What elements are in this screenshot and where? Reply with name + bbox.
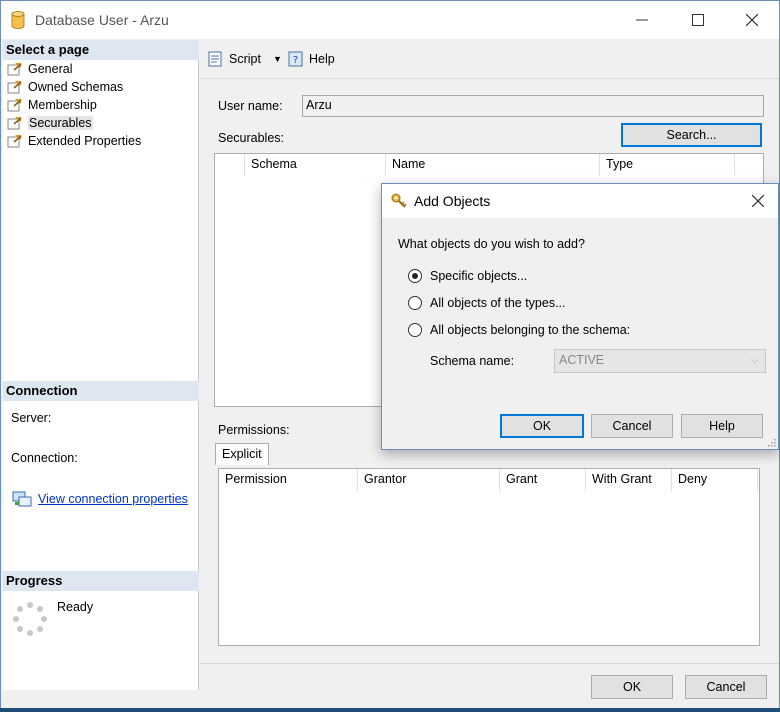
page-wrench-icon (7, 63, 22, 76)
cancel-button[interactable]: Cancel (685, 675, 767, 699)
column-header-schema[interactable]: Schema (245, 154, 386, 176)
page-wrench-icon (7, 135, 22, 148)
script-label: Script (229, 52, 261, 66)
server-label: Server: (11, 411, 52, 425)
chevron-down-icon: ⌵ (750, 354, 759, 366)
page-wrench-icon (7, 99, 22, 112)
left-pane: Select a page General Owned Schemas Memb… (3, 40, 199, 690)
permissions-grid[interactable]: Permission Grantor Grant With Grant Deny (218, 468, 760, 646)
help-icon: ? (288, 51, 303, 67)
connection-header: Connection (3, 381, 199, 401)
radio-specific-objects[interactable]: Specific objects... (408, 269, 527, 283)
page-item-label: Securables (28, 116, 93, 130)
column-header-deny[interactable]: Deny (672, 469, 758, 491)
user-name-label: User name: (218, 99, 283, 113)
page-item-membership[interactable]: Membership (7, 96, 97, 114)
page-wrench-icon (7, 117, 22, 130)
tab-explicit[interactable]: Explicit (215, 443, 269, 465)
page-wrench-icon (7, 81, 22, 94)
page-item-securables[interactable]: Securables (7, 114, 93, 132)
radio-label: Specific objects... (430, 269, 528, 283)
dialog-footer: OK Cancel (200, 663, 779, 709)
securables-label: Securables: (218, 131, 285, 145)
progress-status: Ready (57, 600, 94, 614)
schema-name-select[interactable]: ACTIVE ⌵ (554, 349, 766, 373)
script-dropdown-icon[interactable]: ▼ (273, 54, 282, 64)
user-name-field[interactable]: Arzu (302, 95, 764, 117)
radio-all-objects-of-types[interactable]: All objects of the types... (408, 296, 566, 310)
svg-text:?: ? (293, 55, 298, 66)
column-header-name[interactable]: Name (386, 154, 600, 176)
maximize-button[interactable] (675, 1, 721, 39)
connection-properties-icon (12, 491, 32, 507)
keys-icon (391, 193, 407, 208)
radio-all-objects-in-schema[interactable]: All objects belonging to the schema: (408, 323, 630, 337)
page-item-extended-properties[interactable]: Extended Properties (7, 132, 141, 150)
page-item-label: Extended Properties (28, 134, 142, 148)
column-header-grant[interactable]: Grant (500, 469, 586, 491)
script-button[interactable]: Script ▼ (207, 48, 282, 70)
schema-name-label: Schema name: (430, 354, 515, 368)
column-header-with-grant[interactable]: With Grant (586, 469, 672, 491)
radio-button[interactable] (408, 269, 422, 283)
page-item-label: General (28, 62, 73, 76)
close-icon (752, 195, 764, 207)
page-item-general[interactable]: General (7, 60, 72, 78)
toolbar-separator (200, 78, 779, 79)
help-label: Help (309, 52, 335, 66)
minimize-button[interactable] (619, 1, 665, 39)
select-page-header: Select a page (3, 40, 199, 60)
script-icon (208, 51, 222, 67)
permissions-label: Permissions: (218, 423, 290, 437)
resize-grip-icon[interactable] (766, 437, 776, 447)
radio-button[interactable] (408, 296, 422, 310)
close-icon (746, 14, 758, 26)
dialog-close-button[interactable] (738, 184, 778, 218)
radio-button[interactable] (408, 323, 422, 337)
dialog-ok-button[interactable]: OK (500, 414, 584, 438)
radio-label: All objects belonging to the schema: (430, 323, 631, 337)
column-header-grantor[interactable]: Grantor (358, 469, 500, 491)
grid-row-header (215, 154, 245, 176)
dialog-cancel-button[interactable]: Cancel (591, 414, 673, 438)
schema-name-value: ACTIVE (559, 353, 605, 367)
search-button[interactable]: Search... (621, 123, 762, 147)
radio-label: All objects of the types... (430, 296, 566, 310)
column-header-permission[interactable]: Permission (219, 469, 358, 491)
dialog-title-bar: Add Objects (382, 184, 778, 218)
add-objects-dialog: Add Objects What objects do you wish to … (381, 183, 779, 450)
dialog-help-button[interactable]: Help (681, 414, 763, 438)
title-bar: Database User - Arzu (1, 1, 779, 39)
database-icon (11, 11, 25, 29)
page-item-label: Owned Schemas (28, 80, 124, 94)
progress-header: Progress (3, 571, 199, 591)
maximize-icon (692, 14, 704, 26)
close-button[interactable] (729, 1, 775, 39)
connection-label: Connection: (11, 451, 78, 465)
page-item-label: Membership (28, 98, 97, 112)
window-title: Database User - Arzu (35, 12, 169, 28)
column-header-type[interactable]: Type (600, 154, 735, 176)
view-connection-properties-link[interactable]: View connection properties (38, 492, 188, 506)
page-item-owned-schemas[interactable]: Owned Schemas (7, 78, 123, 96)
dialog-question: What objects do you wish to add? (398, 237, 585, 251)
progress-spinner-icon (13, 602, 47, 636)
minimize-icon (636, 19, 648, 21)
help-button[interactable]: ? Help (287, 48, 335, 70)
taskbar-edge (0, 708, 780, 712)
dialog-title: Add Objects (414, 193, 491, 209)
ok-button[interactable]: OK (591, 675, 673, 699)
